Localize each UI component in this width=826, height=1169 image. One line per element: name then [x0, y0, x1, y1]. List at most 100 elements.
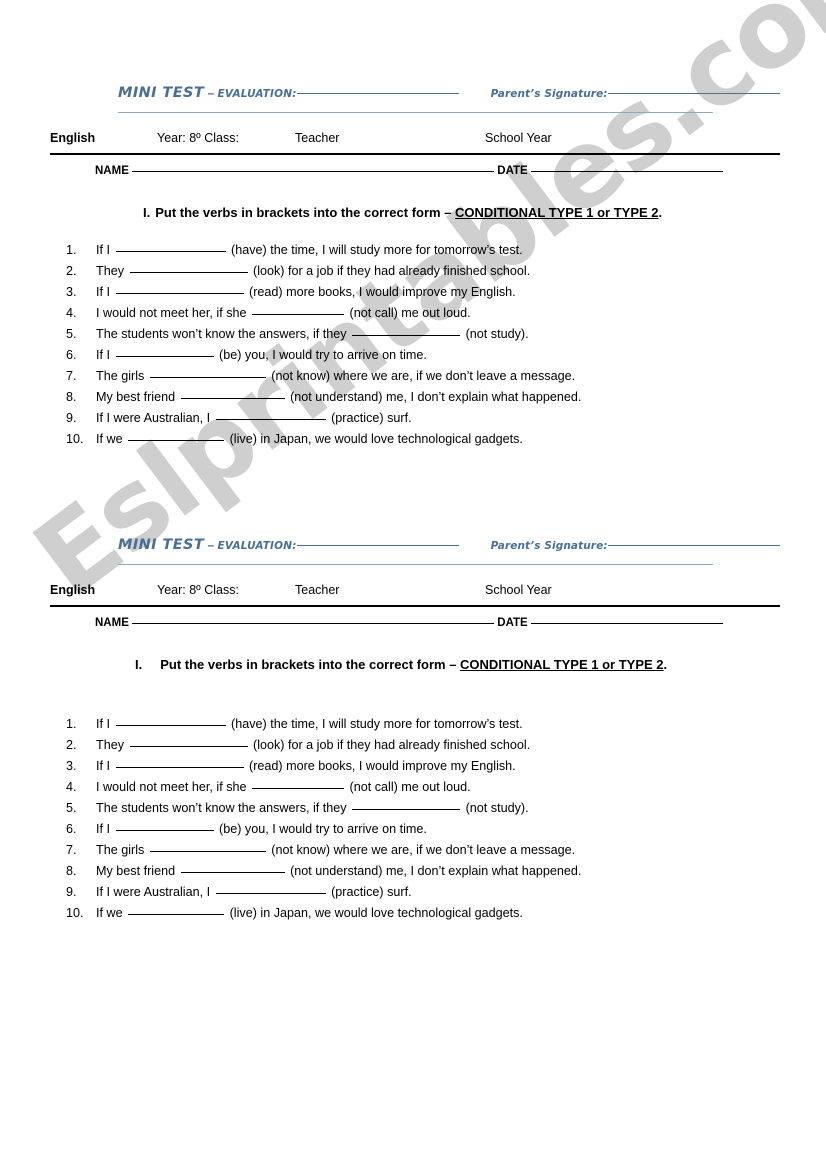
exercise-text-before: If I — [96, 717, 114, 731]
instruction-text: Put the verbs in brackets into the corre… — [160, 657, 461, 672]
exercise-text-after: (look) for a job if they had already fin… — [249, 264, 531, 278]
exercise-answer-blank[interactable] — [180, 398, 285, 399]
instruction-number: I. — [143, 205, 151, 220]
exercise-text-before: If I — [96, 348, 114, 362]
exercise-answer-blank[interactable] — [115, 251, 226, 252]
exercise-number: 10. — [66, 432, 84, 446]
exercise-item: 6. If I (be) you, I would try to arrive o… — [66, 819, 766, 840]
evaluation-blank[interactable] — [296, 93, 459, 94]
exercise-number: 4. — [66, 306, 77, 320]
evaluation-row-1: MINI TEST – EVALUATION: Parent’s Signatur… — [118, 84, 780, 104]
exercise-number: 7. — [66, 843, 77, 857]
exercise-answer-blank[interactable] — [215, 893, 326, 894]
exercise-item: 3. If I (read) more books, I would improv… — [66, 282, 766, 303]
exercise-text-before: If I were Australian, I — [96, 411, 214, 425]
exercise-text-before: If we — [96, 432, 127, 446]
exercise-item: 10. If we (live) in Japan, we would love … — [66, 903, 766, 924]
meta-year-value: 8º — [189, 131, 201, 145]
exercise-list-1: 1. If I (have) the time, I will study mor… — [66, 240, 766, 450]
exercise-number: 8. — [66, 864, 77, 878]
name-label: NAME — [95, 165, 129, 177]
exercise-text-before: If I — [96, 759, 114, 773]
exercise-text-before: If I — [96, 822, 114, 836]
exercise-text-after: (read) more books, I would improve my En… — [245, 759, 516, 773]
exercise-answer-blank[interactable] — [352, 809, 461, 810]
exercise-answer-blank[interactable] — [215, 419, 326, 420]
exercise-text-before: The students won’t know the answers, if … — [96, 801, 351, 815]
exercise-text-after: (practice) surf. — [327, 411, 412, 425]
exercise-number: 2. — [66, 738, 77, 752]
exercise-item: 10. If we (live) in Japan, we would love … — [66, 429, 766, 450]
exercise-item: 5. The students won’t know the answers, i… — [66, 798, 766, 819]
exercise-number: 10. — [66, 906, 84, 920]
exercise-number: 4. — [66, 780, 77, 794]
exercise-answer-blank[interactable] — [128, 914, 225, 915]
evaluation-label: EVALUATION: — [217, 88, 297, 100]
evaluation-blank[interactable] — [296, 545, 459, 546]
exercise-answer-blank[interactable] — [115, 293, 244, 294]
exercise-answer-blank[interactable] — [149, 851, 266, 852]
exercise-text-before: They — [96, 264, 128, 278]
name-date-row-2: NAME DATE — [95, 617, 740, 637]
meta-subject: English — [50, 583, 96, 597]
date-blank[interactable] — [530, 623, 723, 624]
meta-school-year: School Year — [485, 583, 552, 597]
exercise-text-before: My best friend — [96, 864, 179, 878]
exercise-text-after: (look) for a job if they had already fin… — [249, 738, 531, 752]
exercise-number: 5. — [66, 327, 77, 341]
exercise-number: 2. — [66, 264, 77, 278]
worksheet-copy-1: MINI TEST – EVALUATION: Parent’s Signatur… — [0, 84, 826, 450]
evaluation-header-1: MINI TEST – EVALUATION: Parent’s Signatur… — [118, 84, 780, 113]
exercise-answer-blank[interactable] — [252, 788, 345, 789]
meta-row-2: English Year: 8º Class: Teacher School Y… — [50, 583, 780, 607]
date-blank[interactable] — [530, 171, 723, 172]
parent-signature-label: Parent’s Signature: — [490, 540, 608, 552]
parent-signature-blank[interactable] — [607, 545, 780, 546]
exercise-answer-blank[interactable] — [252, 314, 345, 315]
exercise-number: 7. — [66, 369, 77, 383]
exercise-answer-blank[interactable] — [115, 725, 226, 726]
exercise-text-after: (have) the time, I will study more for t… — [227, 717, 523, 731]
title-dash: – — [204, 86, 218, 100]
name-blank[interactable] — [132, 171, 495, 172]
exercise-list-2: 1. If I (have) the time, I will study mor… — [66, 714, 766, 924]
exercise-item: 9. If I were Australian, I (practice) sur… — [66, 882, 766, 903]
exercise-number: 3. — [66, 759, 77, 773]
parent-signature-blank[interactable] — [607, 93, 780, 94]
exercise-answer-blank[interactable] — [129, 746, 248, 747]
date-label: DATE — [497, 165, 528, 177]
exercise-text-before: If I — [96, 243, 114, 257]
exercise-number: 8. — [66, 390, 77, 404]
exercise-answer-blank[interactable] — [149, 377, 266, 378]
exercise-number: 6. — [66, 348, 77, 362]
exercise-answer-blank[interactable] — [180, 872, 285, 873]
exercise-answer-blank[interactable] — [129, 272, 248, 273]
exercise-item: 2. They (look) for a job if they had alre… — [66, 735, 766, 756]
exercise-text-after: (not study). — [462, 327, 529, 341]
exercise-answer-blank[interactable] — [115, 356, 214, 357]
exercise-answer-blank[interactable] — [115, 767, 244, 768]
exercise-text-before: If I were Australian, I — [96, 885, 214, 899]
exercise-text-after: (live) in Japan, we would love technolog… — [226, 906, 523, 920]
exercise-text-after: (not study). — [462, 801, 529, 815]
exercise-item: 4. I would not meet her, if she (not call… — [66, 777, 766, 798]
exercise-text-before: I would not meet her, if she — [96, 306, 251, 320]
exercise-text-after: (practice) surf. — [327, 885, 412, 899]
exercise-text-before: The girls — [96, 843, 148, 857]
exercise-text-after: (read) more books, I would improve my En… — [245, 285, 516, 299]
mini-test-title: MINI TEST — [118, 85, 205, 101]
evaluation-label: EVALUATION: — [217, 540, 297, 552]
exercise-answer-blank[interactable] — [115, 830, 214, 831]
exercise-text-before: If we — [96, 906, 127, 920]
parent-signature-label: Parent’s Signature: — [490, 88, 608, 100]
exercise-answer-blank[interactable] — [352, 335, 461, 336]
exercise-answer-blank[interactable] — [128, 440, 225, 441]
meta-year: Year: 8º Class: — [157, 131, 239, 146]
exercise-number: 5. — [66, 801, 77, 815]
exercise-text-before: The students won’t know the answers, if … — [96, 327, 351, 341]
exercise-text-before: My best friend — [96, 390, 179, 404]
exercise-item: 8. My best friend (not understand) me, I … — [66, 861, 766, 882]
exercise-number: 1. — [66, 717, 77, 731]
name-blank[interactable] — [132, 623, 495, 624]
worksheet-page: Eslprintables.com MINI TEST – EVALUATION… — [0, 0, 826, 1169]
